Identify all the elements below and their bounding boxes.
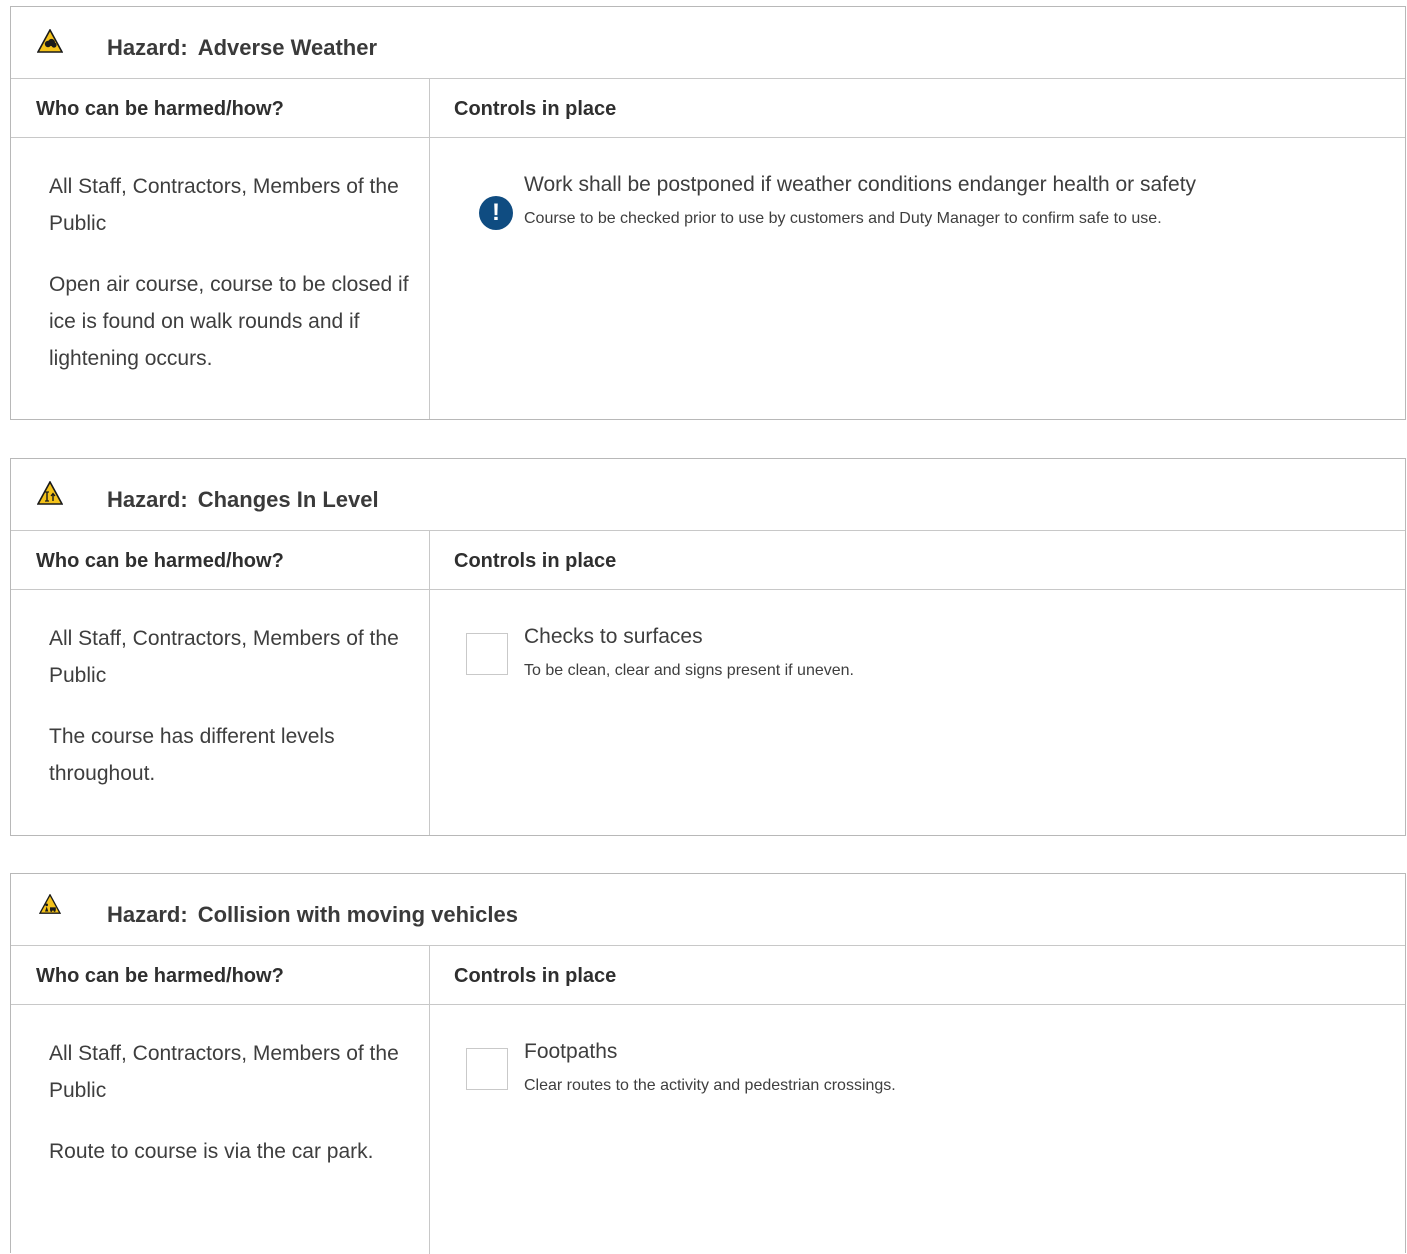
controls-header: Controls in place <box>454 550 617 572</box>
control-checkbox[interactable] <box>466 633 508 675</box>
column-headers: Who can be harmed/how? Controls in place <box>11 79 1405 138</box>
hazard-header: Hazard: Collision with moving vehicles <box>11 874 1405 946</box>
control-item: Work shall be postponed if weather condi… <box>524 168 1364 236</box>
who-harmed-cell: All Staff, Contractors, Members of the P… <box>49 168 409 377</box>
control-title: Checks to surfaces <box>524 625 703 648</box>
column-divider <box>429 590 430 835</box>
hazard-header: Hazard: Changes In Level <box>11 459 1405 531</box>
who-harmed-cell: All Staff, Contractors, Members of the P… <box>49 620 409 792</box>
who-harmed-groups: All Staff, Contractors, Members of the P… <box>49 175 399 235</box>
hazard-title: Hazard: Adverse Weather <box>107 35 377 61</box>
who-harmed-header: Who can be harmed/how? <box>36 98 284 120</box>
control-checkbox[interactable] <box>466 1048 508 1090</box>
control-detail: Clear routes to the activity and pedestr… <box>524 1077 896 1094</box>
hazard-name: Collision with moving vehicles <box>197 902 518 927</box>
hazard-description: Route to course is via the car park. <box>49 1140 374 1163</box>
hazard-header: Hazard: Adverse Weather <box>11 7 1405 79</box>
hazard-label: Hazard: <box>107 35 188 60</box>
hazard-description: Open air course, course to be closed if … <box>49 273 409 370</box>
alert-icon: ! <box>479 196 513 230</box>
weather-warning-icon <box>37 29 63 53</box>
who-harmed-header: Who can be harmed/how? <box>36 550 284 572</box>
hazard-card-changes-in-level: Hazard: Changes In Level Who can be harme… <box>10 458 1406 836</box>
control-title: Work shall be postponed if weather condi… <box>524 173 1197 196</box>
control-item: Footpaths Clear routes to the activity a… <box>524 1035 1364 1103</box>
controls-header: Controls in place <box>454 98 617 120</box>
control-detail: To be clean, clear and signs present if … <box>524 662 854 679</box>
control-item: Checks to surfaces To be clean, clear an… <box>524 620 1364 688</box>
hazard-description: The course has different levels througho… <box>49 725 335 785</box>
who-harmed-groups: All Staff, Contractors, Members of the P… <box>49 627 399 687</box>
column-headers: Who can be harmed/how? Controls in place <box>11 531 1405 590</box>
control-title: Footpaths <box>524 1040 618 1063</box>
column-headers: Who can be harmed/how? Controls in place <box>11 946 1405 1005</box>
control-detail: Course to be checked prior to use by cus… <box>524 210 1162 227</box>
who-harmed-cell: All Staff, Contractors, Members of the P… <box>49 1035 409 1170</box>
hazard-body: All Staff, Contractors, Members of the P… <box>11 590 1405 835</box>
hazard-title: Hazard: Changes In Level <box>107 487 379 513</box>
column-divider <box>429 138 430 419</box>
vehicle-collision-warning-icon <box>39 894 61 914</box>
column-divider <box>429 531 430 589</box>
hazard-body: All Staff, Contractors, Members of the P… <box>11 138 1405 419</box>
column-divider <box>429 1005 430 1254</box>
hazard-card-adverse-weather: Hazard: Adverse Weather Who can be harmed… <box>10 6 1406 420</box>
hazard-name: Adverse Weather <box>197 35 378 60</box>
column-divider <box>429 79 430 137</box>
hazard-title: Hazard: Collision with moving vehicles <box>107 902 518 928</box>
who-harmed-header: Who can be harmed/how? <box>36 965 284 987</box>
hazard-card-collision-vehicles: Hazard: Collision with moving vehicles Wh… <box>10 873 1406 1254</box>
hazard-label: Hazard: <box>107 487 188 512</box>
column-divider <box>429 946 430 1004</box>
hazard-label: Hazard: <box>107 902 188 927</box>
level-change-warning-icon <box>37 481 63 505</box>
controls-header: Controls in place <box>454 965 617 987</box>
who-harmed-groups: All Staff, Contractors, Members of the P… <box>49 1042 399 1102</box>
hazard-body: All Staff, Contractors, Members of the P… <box>11 1005 1405 1254</box>
hazard-name: Changes In Level <box>197 487 379 512</box>
